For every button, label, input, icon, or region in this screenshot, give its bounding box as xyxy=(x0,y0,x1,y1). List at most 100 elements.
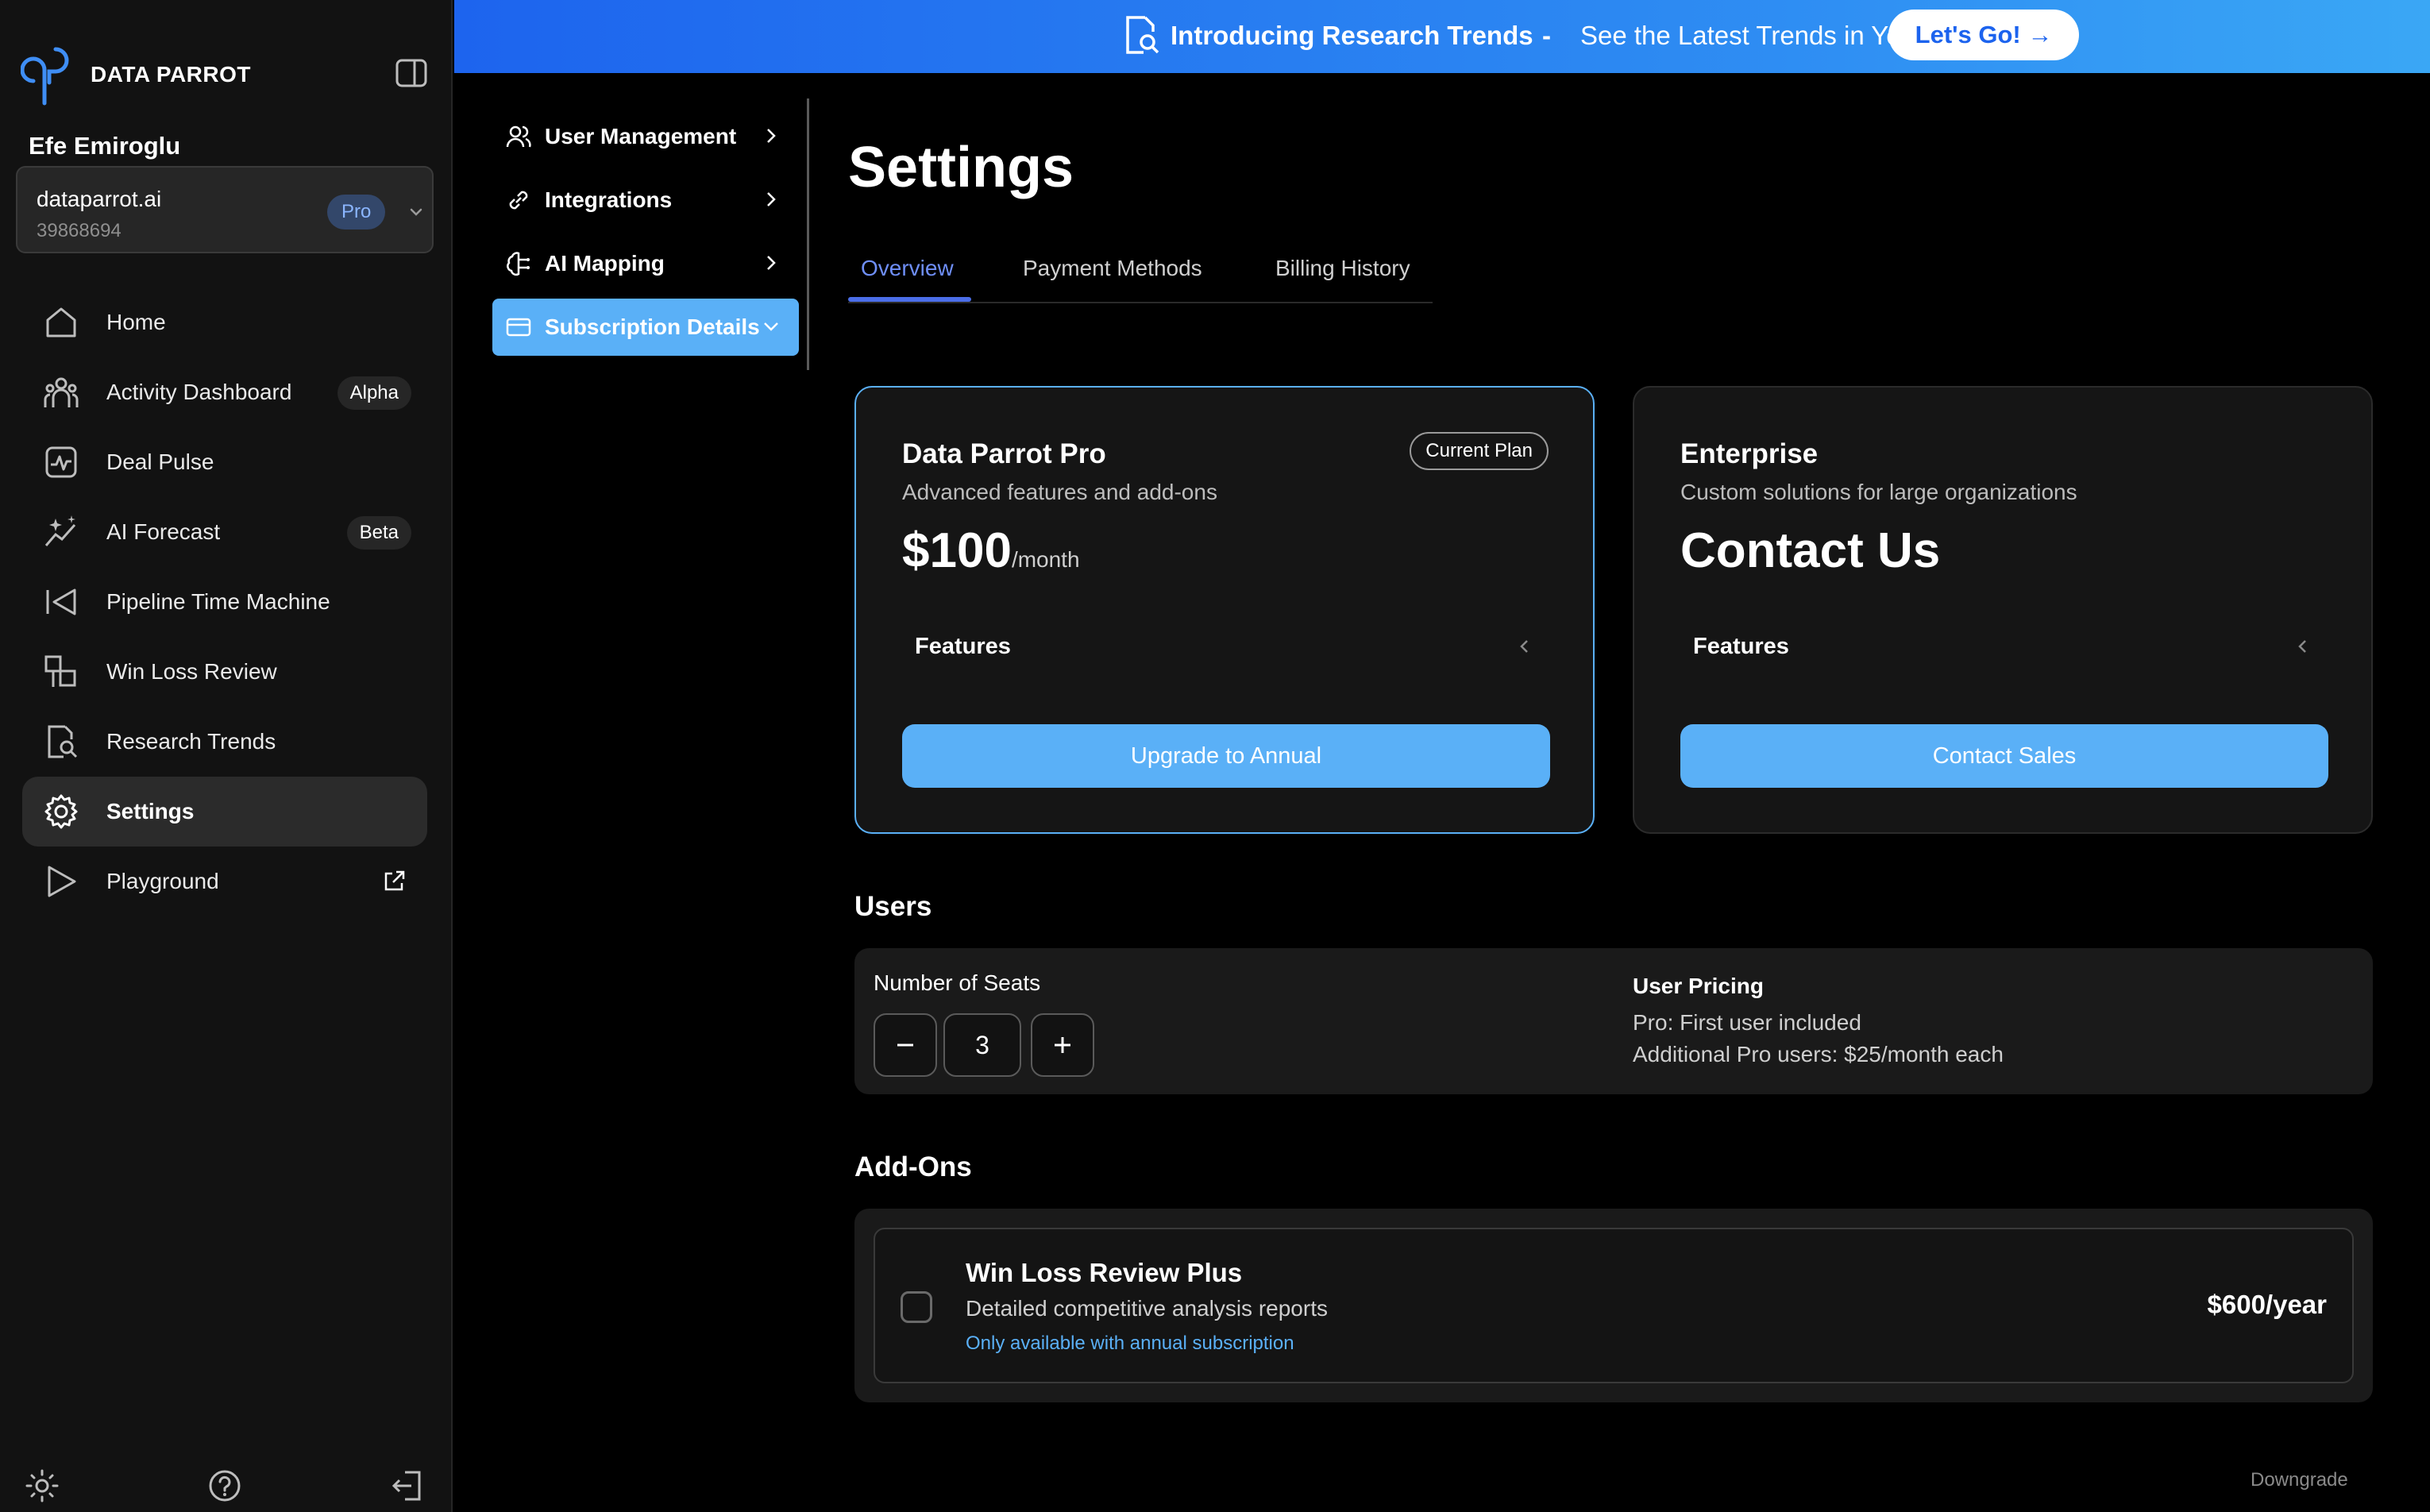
org-id: 39868694 xyxy=(37,220,122,241)
logout-icon[interactable] xyxy=(389,1468,426,1504)
user-pricing-line: Additional Pro users: $25/month each xyxy=(1633,1042,2004,1066)
org-name: dataparrot.ai xyxy=(37,187,162,211)
settings-item-label: Subscription Details xyxy=(545,314,760,339)
tab-billing-history[interactable]: Billing History xyxy=(1275,256,1410,281)
downgrade-link[interactable]: Downgrade xyxy=(2251,1469,2348,1491)
plus-icon xyxy=(1055,1037,1070,1053)
external-link-icon xyxy=(384,870,405,891)
addon-checkbox[interactable] xyxy=(901,1291,932,1323)
sidebar-item-win-loss-review[interactable]: Win Loss Review xyxy=(22,637,427,707)
brain-icon xyxy=(507,252,530,276)
addons-section-title: Add-Ons xyxy=(854,1151,972,1182)
seats-label: Number of Seats xyxy=(874,970,1041,995)
sun-icon[interactable] xyxy=(24,1468,60,1504)
help-icon[interactable] xyxy=(206,1468,243,1504)
addon-note: Only available with annual subscription xyxy=(966,1333,1294,1354)
sidebar-item-settings[interactable]: Settings xyxy=(22,777,427,847)
sidebar-item-label: AI Forecast xyxy=(106,519,221,544)
user-name: Efe Emiroglu xyxy=(29,132,181,160)
org-switcher[interactable]: dataparrot.ai 39868694 Pro xyxy=(16,166,434,253)
pulse-icon xyxy=(45,446,77,478)
sidebar-item-label: Settings xyxy=(106,799,195,824)
rewind-icon xyxy=(46,588,76,615)
user-pricing-title: User Pricing xyxy=(1633,974,1764,998)
logo[interactable]: DATA PARROT xyxy=(21,43,430,106)
decrease-seats-button[interactable] xyxy=(874,1013,937,1077)
plan-card-pro: Data Parrot Pro Current Plan Advanced fe… xyxy=(854,386,1595,834)
sidebar-item-label: Home xyxy=(106,310,166,334)
home-icon xyxy=(46,307,76,338)
plan-name: Enterprise xyxy=(1680,438,1819,469)
addons-panel: Win Loss Review Plus Detailed competitiv… xyxy=(854,1209,2373,1402)
chevron-right-icon xyxy=(767,256,776,270)
sidebar-item-label: Playground xyxy=(106,869,219,893)
sidebar-item-ai-forecast[interactable]: AI Forecast Beta xyxy=(22,497,427,567)
tab-payment-methods[interactable]: Payment Methods xyxy=(1023,256,1202,281)
addon-win-loss-review-plus[interactable]: Win Loss Review Plus Detailed competitiv… xyxy=(874,1228,2354,1383)
page-title: Settings xyxy=(848,136,1074,199)
compare-icon xyxy=(44,655,76,687)
addon-description: Detailed competitive analysis reports xyxy=(966,1296,1328,1321)
active-tab-indicator xyxy=(848,297,971,302)
settings-item-user-management[interactable]: User Management xyxy=(492,108,799,165)
sidebar-item-pipeline-time-machine[interactable]: Pipeline Time Machine xyxy=(22,567,427,637)
addon-price: $600/year xyxy=(2207,1290,2327,1319)
announcement-banner: Introducing Research Trends - See the La… xyxy=(454,0,2430,73)
sidebar-item-home[interactable]: Home xyxy=(22,287,427,357)
seats-input[interactable]: 3 xyxy=(943,1013,1021,1077)
banner-separator: - xyxy=(1542,21,1551,50)
divider xyxy=(807,98,809,370)
sidebar-item-activity-dashboard[interactable]: Activity Dashboard Alpha xyxy=(22,357,427,427)
document-search-icon xyxy=(48,725,78,758)
sidebar-item-playground[interactable]: Playground xyxy=(22,847,427,916)
sidebar-item-label: Research Trends xyxy=(106,729,276,754)
chevron-right-icon xyxy=(767,192,776,206)
alpha-badge: Alpha xyxy=(337,376,411,410)
sidebar-footer xyxy=(0,1468,453,1506)
chevron-down-icon xyxy=(410,208,422,216)
features-toggle[interactable]: Features xyxy=(915,634,1011,660)
plan-price-value: $100 xyxy=(902,523,1012,578)
chevron-down-icon xyxy=(764,322,778,331)
plan-period: /month xyxy=(1011,547,1080,572)
sidebar-item-label: Deal Pulse xyxy=(106,449,214,474)
users-icon xyxy=(44,377,79,407)
credit-card-icon xyxy=(506,318,531,337)
users-section-title: Users xyxy=(854,891,932,922)
users-panel: Number of Seats 3 User Pricing Pro: Firs… xyxy=(854,948,2373,1094)
sidebar-item-research-trends[interactable]: Research Trends xyxy=(22,707,427,777)
plan-description: Custom solutions for large organizations xyxy=(1680,480,2077,504)
settings-item-ai-mapping[interactable]: AI Mapping xyxy=(492,235,799,292)
settings-item-subscription-details[interactable]: Subscription Details xyxy=(492,299,799,356)
settings-item-label: User Management xyxy=(545,124,737,148)
brand-name: DATA PARROT xyxy=(91,62,251,87)
sidebar-toggle-icon[interactable] xyxy=(392,54,430,92)
settings-item-label: Integrations xyxy=(545,187,673,212)
addon-name: Win Loss Review Plus xyxy=(966,1258,1243,1287)
minus-icon xyxy=(897,1043,913,1047)
gear-icon xyxy=(44,794,78,829)
chevron-left-icon[interactable] xyxy=(2292,635,2314,658)
tab-overview[interactable]: Overview xyxy=(861,256,954,281)
chevron-right-icon xyxy=(767,129,776,143)
beta-badge: Beta xyxy=(346,516,411,550)
lets-go-button[interactable]: Let's Go! → xyxy=(1888,10,2079,60)
tab-bar: Overview Payment Methods Billing History xyxy=(848,240,1433,303)
plan-card-enterprise: Enterprise Custom solutions for large or… xyxy=(1633,386,2373,834)
main-nav: Home Activity Dashboard Alpha Deal Pulse xyxy=(22,287,427,916)
users-icon xyxy=(506,125,531,148)
play-icon xyxy=(48,866,76,897)
upgrade-to-annual-button[interactable]: Upgrade to Annual xyxy=(902,724,1550,788)
settings-item-integrations[interactable]: Integrations xyxy=(492,172,799,229)
chevron-left-icon[interactable] xyxy=(1514,635,1536,658)
banner-title: Introducing Research Trends xyxy=(1171,21,1533,50)
settings-nav: User Management Integrations AI Mapping xyxy=(492,108,799,362)
increase-seats-button[interactable] xyxy=(1031,1013,1094,1077)
contact-sales-button[interactable]: Contact Sales xyxy=(1680,724,2328,788)
settings-item-label: AI Mapping xyxy=(545,251,665,276)
sidebar-item-deal-pulse[interactable]: Deal Pulse xyxy=(22,427,427,497)
sidebar-item-label: Pipeline Time Machine xyxy=(106,589,330,614)
current-plan-badge: Current Plan xyxy=(1410,432,1549,470)
features-toggle[interactable]: Features xyxy=(1693,634,1789,660)
sidebar-item-label: Win Loss Review xyxy=(106,659,277,684)
